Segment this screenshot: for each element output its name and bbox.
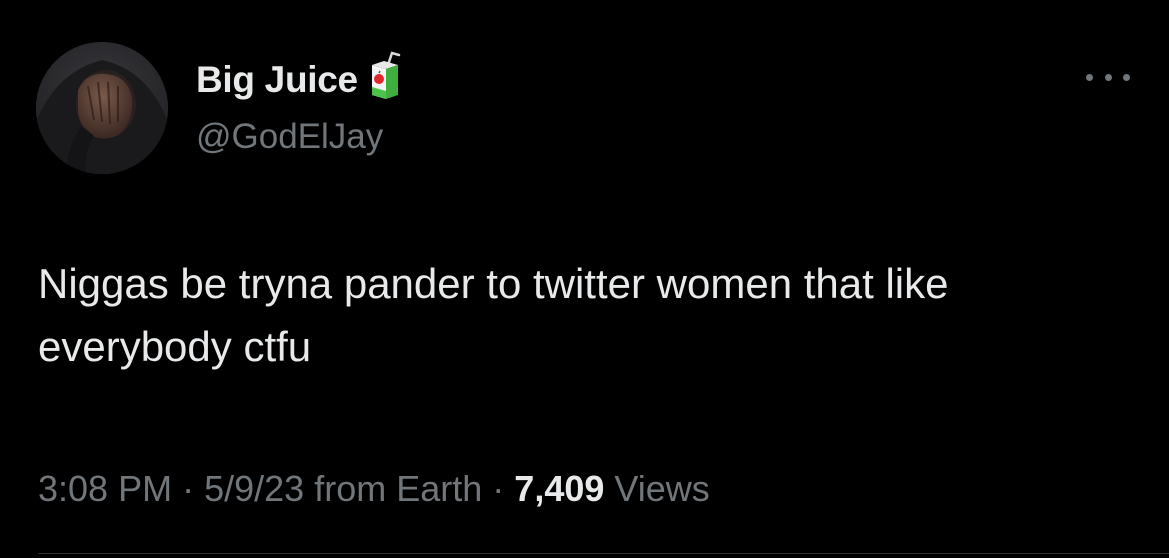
more-dot-icon bbox=[1086, 73, 1093, 81]
views-label[interactable]: Views bbox=[614, 468, 709, 509]
juice-box-icon bbox=[368, 51, 402, 101]
avatar[interactable] bbox=[36, 42, 168, 174]
more-dot-icon bbox=[1104, 73, 1112, 81]
tweet-text: Niggas be tryna pander to twitter women … bbox=[38, 260, 949, 370]
avatar-image bbox=[36, 42, 168, 174]
tweet-meta: 3:08 PM · 5/9/23 from Earth · 7,409 View… bbox=[38, 466, 710, 512]
divider bbox=[38, 553, 1169, 554]
tweet-time[interactable]: 3:08 PM bbox=[38, 468, 172, 509]
meta-separator: · bbox=[182, 468, 195, 509]
display-name[interactable]: Big Juice bbox=[196, 58, 358, 102]
meta-separator: · bbox=[492, 468, 505, 509]
tweet-source: from Earth bbox=[314, 468, 483, 509]
more-dot-icon bbox=[1123, 73, 1130, 81]
tweet-card: Big Juice @GodElJay Niggas be tryna pand… bbox=[0, 0, 1169, 558]
more-options-button[interactable] bbox=[1086, 66, 1130, 88]
author-name-row: Big Juice bbox=[196, 51, 402, 102]
author-handle[interactable]: @GodElJay bbox=[196, 116, 383, 158]
views-count[interactable]: 7,409 bbox=[514, 468, 604, 509]
tweet-date[interactable]: 5/9/23 bbox=[204, 468, 304, 509]
